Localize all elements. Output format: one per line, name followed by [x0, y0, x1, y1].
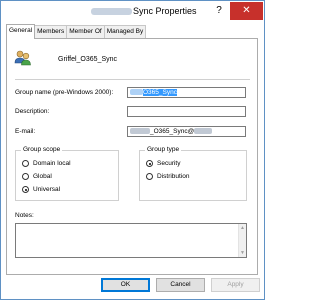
- notes-scrollbar[interactable]: ▲ ▼: [238, 224, 246, 257]
- group-icon: [14, 50, 31, 66]
- notes-textarea[interactable]: ▲ ▼: [15, 223, 247, 258]
- type-security-radio[interactable]: [146, 160, 153, 167]
- scroll-up-icon[interactable]: ▲: [240, 225, 245, 231]
- redacted-prefix: [91, 8, 132, 16]
- separator: [15, 79, 250, 80]
- scroll-down-icon[interactable]: ▼: [240, 250, 245, 256]
- close-icon[interactable]: ✕: [230, 2, 263, 20]
- title-bar: Sync Properties ? ✕: [1, 1, 264, 22]
- group-scope-box: Group scope Domain local Global Universa…: [15, 146, 119, 201]
- email-field[interactable]: _O365_Sync@: [127, 126, 246, 137]
- cancel-button[interactable]: Cancel: [156, 278, 205, 292]
- help-icon[interactable]: ?: [213, 5, 225, 17]
- scope-global[interactable]: Global: [22, 173, 52, 180]
- scope-domain-local[interactable]: Domain local: [22, 160, 71, 167]
- email-label: E-mail:: [15, 128, 36, 135]
- pre2000-field[interactable]: O365_Sync: [127, 87, 246, 98]
- tab-general[interactable]: General: [6, 24, 36, 39]
- scope-global-radio[interactable]: [22, 173, 29, 180]
- scope-domain-local-radio[interactable]: [22, 160, 29, 167]
- tab-member-of[interactable]: Member Of: [66, 25, 105, 38]
- redacted-text: [194, 128, 213, 135]
- type-distribution[interactable]: Distribution: [146, 173, 190, 180]
- scope-universal[interactable]: Universal: [22, 186, 60, 193]
- type-security[interactable]: Security: [146, 160, 180, 167]
- description-field[interactable]: [127, 106, 246, 117]
- group-type-legend: Group type: [145, 146, 182, 153]
- properties-dialog: Sync Properties ? ✕ General Members Memb…: [0, 0, 265, 300]
- tab-managed-by[interactable]: Managed By: [103, 25, 147, 38]
- group-scope-legend: Group scope: [21, 146, 63, 153]
- redacted-text: [130, 128, 150, 135]
- type-distribution-radio[interactable]: [146, 173, 153, 180]
- description-label: Description:: [15, 108, 50, 115]
- window-title: Sync Properties: [91, 6, 197, 16]
- group-type-box: Group type Security Distribution: [139, 146, 247, 201]
- tab-members[interactable]: Members: [34, 25, 68, 38]
- tab-strip: General Members Member Of Managed By: [6, 24, 147, 39]
- group-name: Griffel_O365_Sync: [58, 56, 118, 63]
- redacted-text: [130, 89, 143, 96]
- ok-button[interactable]: OK: [101, 278, 150, 292]
- notes-label: Notes:: [15, 212, 34, 219]
- apply-button[interactable]: Apply: [211, 278, 260, 292]
- pre2000-label: Group name (pre-Windows 2000):: [15, 89, 114, 96]
- scope-universal-radio[interactable]: [22, 186, 29, 193]
